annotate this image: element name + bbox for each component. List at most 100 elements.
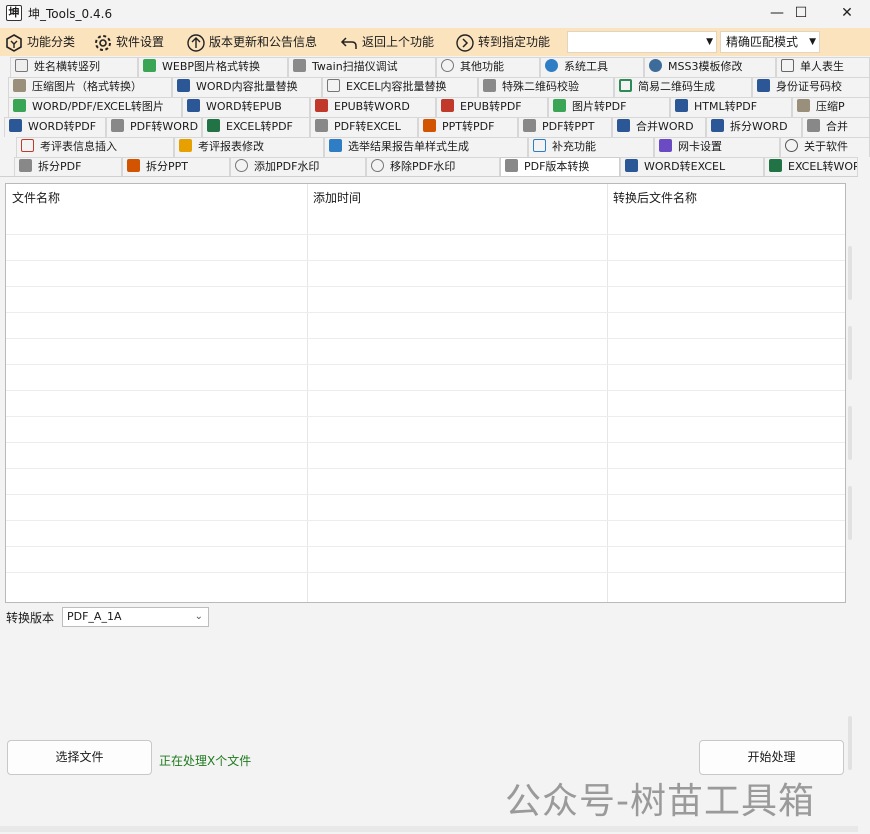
tab-pdf-version-convert[interactable]: PDF版本转换 — [500, 157, 620, 178]
chevron-right-circle-icon — [456, 33, 474, 52]
tab-row-4: WORD转PDF PDF转WORD EXCEL转PDF PDF转EXCEL PP… — [0, 117, 870, 137]
tab-word-to-pdf[interactable]: WORD转PDF — [4, 117, 106, 137]
tab-label: WORD转EPUB — [206, 100, 282, 113]
column-converted-name[interactable]: 转换后文件名称 — [607, 184, 845, 212]
tab-name-transpose[interactable]: 姓名横转竖列 — [10, 57, 138, 77]
tab-qrcode-generate[interactable]: 简易二维码生成 — [614, 77, 752, 97]
tab-image-to-pdf[interactable]: 图片转PDF — [548, 97, 670, 117]
qrcode-icon — [483, 79, 496, 92]
scroll-indicator — [848, 406, 852, 460]
tab-label: WORD转EXCEL — [644, 160, 726, 173]
function-search-combo[interactable]: ▼ — [567, 31, 717, 53]
chevron-down-icon[interactable]: ▼ — [809, 32, 816, 52]
goto-function-button[interactable]: 转到指定功能 — [455, 31, 550, 53]
row-divider — [6, 260, 845, 261]
tab-label: Twain扫描仪调试 — [312, 60, 398, 73]
info-icon — [785, 139, 798, 152]
tab-split-word[interactable]: 拆分WORD — [706, 117, 802, 137]
tab-excel-to-pdf[interactable]: EXCEL转PDF — [202, 117, 310, 137]
tab-other-functions[interactable]: 其他功能 — [436, 57, 540, 77]
tab-nic-settings[interactable]: 网卡设置 — [654, 137, 780, 157]
row-divider — [6, 312, 845, 313]
update-info-button[interactable]: 版本更新和公告信息 — [186, 31, 317, 53]
compress-icon — [797, 99, 810, 112]
tab-election-report[interactable]: 选举结果报告单样式生成 — [324, 137, 528, 157]
tab-ppt-to-pdf[interactable]: PPT转PDF — [418, 117, 518, 137]
tab-about[interactable]: 关于软件 — [780, 137, 870, 157]
column-added-time[interactable]: 添加时间 — [307, 184, 607, 212]
version-value: PDF_A_1A — [67, 610, 122, 623]
row-divider — [6, 572, 845, 573]
column-file-name[interactable]: 文件名称 — [6, 184, 306, 212]
pdf-icon — [505, 159, 518, 172]
tab-pdf-to-word[interactable]: PDF转WORD — [106, 117, 202, 137]
go-back-label: 返回上个功能 — [362, 35, 435, 49]
document-icon — [533, 139, 546, 152]
tab-mss3-template[interactable]: MSS3模板修改 — [644, 57, 776, 77]
settings-menu-button[interactable]: 软件设置 — [93, 31, 164, 53]
tab-html-to-pdf[interactable]: HTML转PDF — [670, 97, 792, 117]
tab-single-form[interactable]: 单人表生 — [776, 57, 870, 77]
version-select[interactable]: PDF_A_1A ⌄ — [62, 607, 209, 627]
ppt-icon — [423, 119, 436, 132]
file-list-table[interactable]: 文件名称 添加时间 转换后文件名称 — [5, 183, 846, 603]
tab-row-6: 拆分PDF 拆分PPT 添加PDF水印 移除PDF水印 PDF版本转换 WORD… — [0, 157, 870, 178]
tab-split-ppt[interactable]: 拆分PPT — [122, 157, 230, 177]
row-divider — [6, 286, 845, 287]
tab-merge-pdf[interactable]: 合并 — [802, 117, 870, 137]
tab-idcard-verify[interactable]: 身份证号码校 — [752, 77, 870, 97]
tab-split-pdf[interactable]: 拆分PDF — [14, 157, 122, 177]
row-divider — [6, 416, 845, 417]
select-files-button[interactable]: 选择文件 — [7, 740, 152, 775]
tab-label: 其他功能 — [460, 60, 504, 73]
chevron-down-icon[interactable]: ⌄ — [195, 608, 203, 626]
go-back-button[interactable]: 返回上个功能 — [339, 31, 434, 53]
tab-word-to-excel[interactable]: WORD转EXCEL — [620, 157, 764, 177]
tab-pdf-to-ppt[interactable]: PDF转PPT — [518, 117, 612, 137]
tab-supplement[interactable]: 补充功能 — [528, 137, 654, 157]
tab-label: EXCEL转WOR — [788, 160, 858, 173]
tab-merge-word[interactable]: 合并WORD — [612, 117, 706, 137]
html-icon — [675, 99, 688, 112]
tab-compress-pdf[interactable]: 压缩P — [792, 97, 870, 117]
tab-twain-debug[interactable]: Twain扫描仪调试 — [288, 57, 436, 77]
title-bar: 坤 坤_Tools_0.4.6 — ☐ ✕ — [0, 0, 870, 27]
tab-excel-replace[interactable]: EXCEL内容批量替换 — [322, 77, 478, 97]
match-mode-select[interactable]: 精确匹配模式 ▼ — [720, 31, 820, 53]
row-divider — [6, 234, 845, 235]
tab-excel-to-word[interactable]: EXCEL转WOR — [764, 157, 858, 177]
tab-row-3: WORD/PDF/EXCEL转图片 WORD转EPUB EPUB转WORD EP… — [0, 97, 870, 117]
tab-label: WORD/PDF/EXCEL转图片 — [32, 100, 164, 113]
tab-remove-pdf-watermark[interactable]: 移除PDF水印 — [366, 157, 500, 177]
tab-system-tools[interactable]: 系统工具 — [540, 57, 644, 77]
tab-doc-to-image[interactable]: WORD/PDF/EXCEL转图片 — [8, 97, 182, 117]
start-processing-button[interactable]: 开始处理 — [699, 740, 844, 775]
gear-icon — [545, 59, 558, 72]
tab-eval-report-edit[interactable]: 考评报表修改 — [174, 137, 324, 157]
vertical-scrollbar[interactable] — [848, 176, 870, 834]
tab-pdf-to-excel[interactable]: PDF转EXCEL — [310, 117, 418, 137]
tab-label: EPUB转PDF — [460, 100, 522, 113]
tab-epub-to-word[interactable]: EPUB转WORD — [310, 97, 436, 117]
tab-epub-to-pdf[interactable]: EPUB转PDF — [436, 97, 548, 117]
tab-label: MSS3模板修改 — [668, 60, 743, 73]
tab-word-to-epub[interactable]: WORD转EPUB — [182, 97, 310, 117]
close-button[interactable]: ✕ — [824, 0, 870, 27]
tab-webp-convert[interactable]: WEBP图片格式转换 — [138, 57, 288, 77]
tab-qrcode-verify[interactable]: 特殊二维码校验 — [478, 77, 614, 97]
word-icon — [711, 119, 724, 132]
maximize-button[interactable]: ☐ — [778, 0, 824, 27]
row-divider — [6, 546, 845, 547]
settings-label: 软件设置 — [116, 35, 165, 49]
horizontal-scrollbar[interactable] — [0, 826, 858, 832]
category-menu-button[interactable]: 功能分类 — [4, 31, 75, 53]
chevron-down-icon[interactable]: ▼ — [706, 32, 713, 52]
tab-add-pdf-watermark[interactable]: 添加PDF水印 — [230, 157, 366, 177]
tab-label: 选举结果报告单样式生成 — [348, 140, 469, 153]
tab-eval-info-insert[interactable]: 考评表信息插入 — [16, 137, 174, 157]
main-toolbar: 功能分类 软件设置 版本更新和公告信息 返回上个功能 转到指定功能 ▼ 精确匹配… — [0, 28, 870, 56]
tab-compress-image[interactable]: 压缩图片（格式转换） — [8, 77, 172, 97]
tab-label: PDF转EXCEL — [334, 120, 401, 133]
tab-label: 姓名横转竖列 — [34, 60, 100, 73]
tab-word-replace[interactable]: WORD内容批量替换 — [172, 77, 322, 97]
